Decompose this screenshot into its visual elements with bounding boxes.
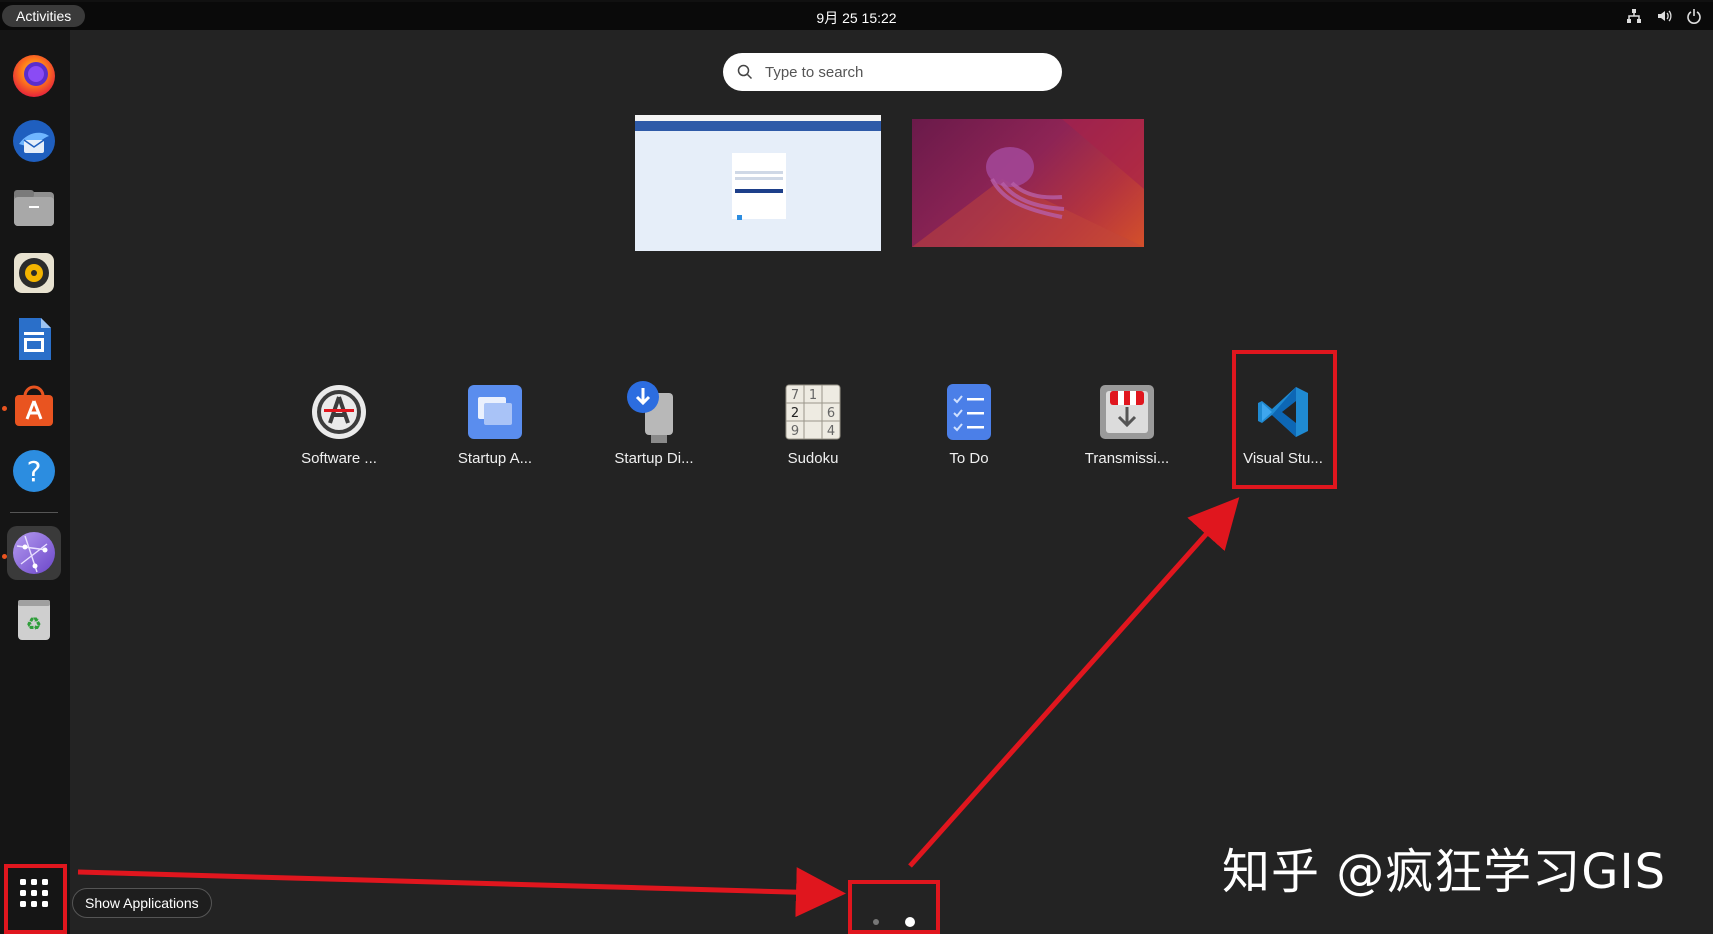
top-bar: Activities 9月 25 15:22: [0, 0, 1713, 30]
dock-item-app-center[interactable]: [7, 378, 61, 432]
sudoku-digit: 9: [791, 424, 799, 439]
dock-item-writer[interactable]: [7, 312, 61, 366]
dock-item-files[interactable]: [7, 180, 61, 234]
app-center-icon: [15, 385, 53, 426]
trash-icon: ♻: [18, 600, 50, 640]
app-label: Software ...: [301, 450, 377, 467]
annotation-box-show-apps: [4, 864, 67, 934]
window-preview: [635, 115, 881, 251]
firefox-icon: [13, 55, 55, 97]
app-todo[interactable]: To Do: [894, 372, 1044, 482]
files-icon: [14, 190, 54, 226]
rhythmbox-icon: [14, 253, 54, 293]
search-icon: [737, 63, 755, 81]
app-label: Sudoku: [787, 450, 839, 467]
dock-item-thunderbird[interactable]: [7, 114, 61, 168]
sudoku-digit: 4: [827, 424, 835, 439]
dock-item-trash[interactable]: ♻: [7, 592, 61, 646]
show-applications-tooltip: Show Applications: [72, 888, 212, 918]
annotation-box-vscode: [1232, 350, 1337, 489]
todo-icon: [939, 382, 999, 442]
watermark: 知乎 @疯狂学习GIS: [1222, 844, 1667, 900]
search-input[interactable]: [763, 62, 1047, 82]
volume-icon[interactable]: [1655, 7, 1673, 25]
clock-area: 9月 25 15:22: [0, 8, 1713, 28]
svg-text:?: ?: [27, 455, 42, 488]
app-label: Transmissi...: [1084, 450, 1170, 467]
startup-applications-icon: [465, 382, 525, 442]
workspace-thumbnail-2[interactable]: [912, 119, 1144, 247]
transmission-icon: [1097, 382, 1157, 442]
dock-item-firefox[interactable]: [7, 48, 61, 102]
app-label: Startup Di...: [614, 450, 694, 467]
app-startup-applications[interactable]: Startup A...: [420, 372, 570, 482]
sudoku-digit: 1: [809, 388, 817, 403]
writer-icon: [19, 318, 51, 360]
app-label: To Do: [949, 450, 989, 467]
network-icon[interactable]: [1625, 7, 1643, 25]
arrow-to-vscode: [908, 497, 1240, 868]
clock[interactable]: 9月 25 15:22: [816, 10, 896, 26]
dock-item-rhythmbox[interactable]: [7, 246, 61, 300]
power-icon[interactable]: [1685, 7, 1703, 25]
sudoku-digit: 2: [791, 406, 799, 421]
system-tray[interactable]: [1625, 7, 1703, 25]
app-sudoku[interactable]: 7 1 2 6 9 4 Sudoku: [738, 372, 888, 482]
sudoku-icon: 7 1 2 6 9 4: [783, 382, 843, 442]
dock-item-browser-app[interactable]: [7, 526, 61, 580]
sudoku-digit: 7: [791, 388, 799, 403]
app-label: Startup A...: [457, 450, 533, 467]
dock-separator: [10, 512, 58, 513]
help-icon: ?: [13, 450, 55, 492]
startup-disk-creator-icon: [624, 381, 684, 443]
app-software-updater[interactable]: Software ...: [264, 372, 414, 482]
annotation-box-pager: [848, 880, 940, 934]
globe-icon: [13, 532, 55, 574]
svg-text:♻: ♻: [26, 614, 42, 635]
thunderbird-icon: [13, 120, 55, 162]
dock: ? ♻: [0, 30, 70, 934]
activities-button[interactable]: Activities: [2, 5, 86, 27]
app-startup-disk-creator[interactable]: Startup Di...: [579, 372, 729, 482]
sudoku-digit: 6: [827, 406, 835, 421]
app-transmission[interactable]: Transmissi...: [1052, 372, 1202, 482]
jellyfish-wallpaper: [912, 119, 1144, 247]
software-updater-icon: [309, 382, 369, 442]
workspace-thumbnail-1[interactable]: [635, 115, 881, 251]
sudoku-grid: 7 1 2 6 9 4: [785, 384, 841, 440]
search-bar[interactable]: [723, 53, 1062, 91]
dock-item-help[interactable]: ?: [7, 444, 61, 498]
